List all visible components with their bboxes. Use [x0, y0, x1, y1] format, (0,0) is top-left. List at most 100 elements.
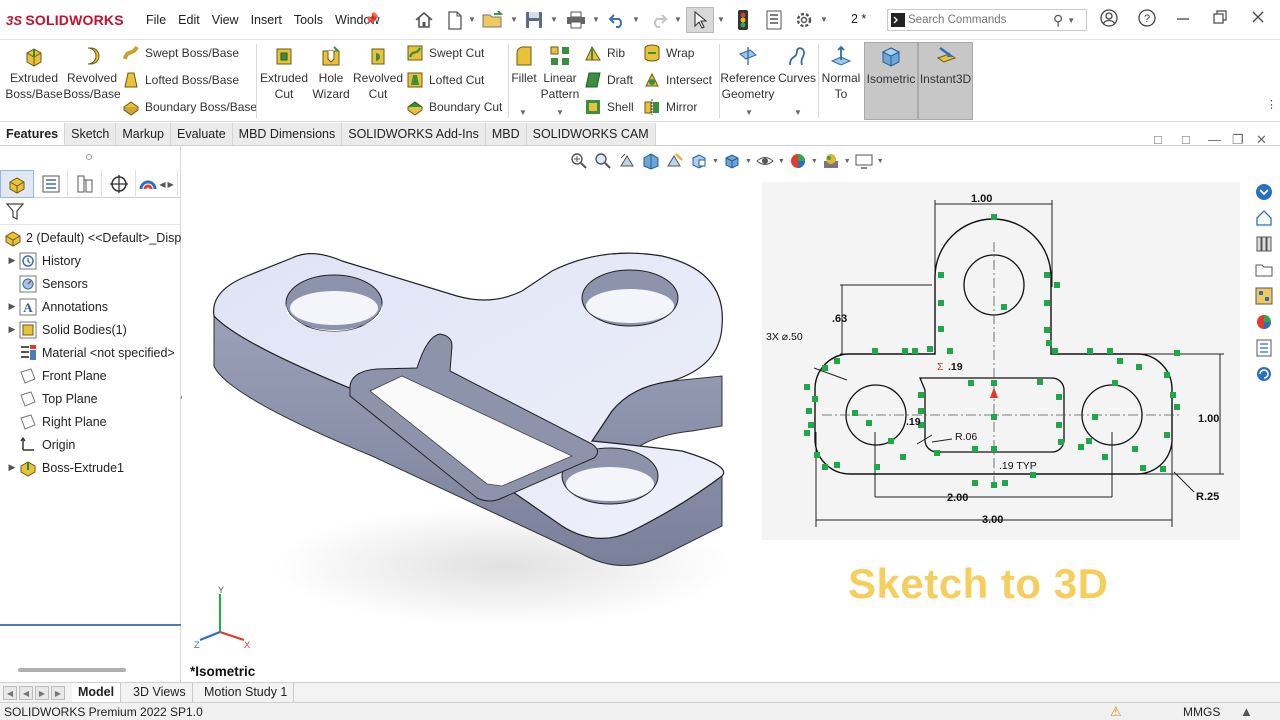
tabs-scroll-right-icon[interactable]: ▶ [168, 180, 174, 189]
lofted-cut-button[interactable]: Lofted Cut [406, 69, 484, 91]
apply-scene-icon[interactable] [820, 150, 842, 172]
tab-model[interactable]: Model [72, 683, 122, 703]
dimxpert-manager-tab[interactable] [102, 170, 136, 198]
display-style-dropdown-icon[interactable]: ▼ [745, 158, 752, 165]
undo-icon[interactable] [606, 7, 628, 33]
select-pointer-icon[interactable] [686, 7, 714, 33]
panel-grip-icon[interactable] [86, 154, 92, 160]
options-gear-icon[interactable] [792, 7, 816, 33]
expand-arrow-icon[interactable]: ▶ [6, 462, 18, 473]
display-style-icon[interactable] [721, 150, 743, 172]
home-icon[interactable] [412, 7, 436, 33]
tree-root-part[interactable]: 2 (Default) <<Default>_Displ [0, 226, 184, 249]
expand-arrow-icon[interactable]: ▶ [6, 324, 18, 335]
curves-dropdown-icon[interactable]: ▼ [794, 108, 802, 117]
hide-show-dropdown-icon[interactable]: ▼ [778, 158, 785, 165]
rebuild-warning-icon[interactable]: ⚠ [1110, 704, 1122, 720]
viewport-tile-left-icon[interactable]: □ [1154, 132, 1162, 147]
view-settings-icon[interactable] [853, 150, 875, 172]
tree-item-origin[interactable]: Origin [0, 433, 181, 456]
dim-typ[interactable]: .19 TYP [999, 460, 1037, 472]
revolved-cut-button[interactable]: Revolved Cut [352, 42, 404, 120]
appearances-scenes-icon[interactable] [1252, 310, 1276, 334]
file-explorer-icon[interactable] [1252, 258, 1276, 282]
zoom-to-fit-icon[interactable] [568, 150, 590, 172]
configuration-manager-tab[interactable] [68, 170, 102, 198]
hole-wizard-button[interactable]: Hole Wizard [310, 42, 352, 120]
view-settings-dropdown-icon[interactable]: ▼ [877, 158, 884, 165]
view-orientation-dropdown-icon[interactable]: ▼ [712, 158, 719, 165]
edit-appearance-icon[interactable] [787, 150, 809, 172]
tree-item-material[interactable]: Material <not specified> [0, 341, 181, 364]
viewport-restore-icon[interactable]: ❐ [1232, 132, 1244, 148]
tab-motion-study-1[interactable]: Motion Study 1 [198, 683, 295, 703]
scene-dropdown-icon[interactable]: ▼ [844, 158, 851, 165]
viewport-minimize-icon[interactable]: — [1208, 132, 1221, 147]
tree-item-top-plane[interactable]: Top Plane [0, 387, 181, 410]
tree-item-right-plane[interactable]: Right Plane [0, 410, 181, 433]
pattern-dropdown-icon[interactable]: ▼ [556, 108, 564, 117]
app-logo[interactable]: 3S SOLIDWORKS [6, 10, 124, 30]
pin-menu-icon[interactable]: 📌 [364, 12, 379, 26]
viewport-tile-right-icon[interactable]: □ [1182, 132, 1190, 147]
hide-show-items-icon[interactable] [754, 150, 776, 172]
draft-button[interactable]: Draft [584, 69, 633, 91]
shell-button[interactable]: Shell [584, 96, 634, 118]
normal-to-button[interactable]: Normal To [820, 42, 862, 120]
save-dropdown-icon[interactable]: ▼ [550, 15, 558, 24]
save-icon[interactable] [522, 7, 546, 33]
dim-overall-width[interactable]: 3.00 [982, 514, 1003, 526]
print-dropdown-icon[interactable]: ▼ [592, 15, 600, 24]
ribbon-more-icon[interactable]: ⋮ [1266, 98, 1277, 111]
mirror-button[interactable]: Mirror [643, 96, 697, 118]
appearance-dropdown-icon[interactable]: ▼ [811, 158, 818, 165]
filter-icon[interactable] [5, 202, 25, 225]
unit-system[interactable]: MMGS [1183, 705, 1220, 719]
dim-slot-019b[interactable]: .19 [906, 416, 921, 428]
search-dropdown-icon[interactable]: ▼ [1067, 16, 1075, 25]
dim-center-width[interactable]: 2.00 [947, 492, 968, 504]
swept-cut-button[interactable]: Swept Cut [406, 42, 484, 64]
select-dropdown-icon[interactable]: ▼ [717, 15, 725, 24]
redo-icon[interactable] [648, 7, 670, 33]
intersect-button[interactable]: Intersect [643, 69, 712, 91]
swept-boss-button[interactable]: Swept Boss/Base [122, 42, 239, 64]
zoom-to-area-icon[interactable] [592, 150, 614, 172]
dim-height-063[interactable]: .63 [832, 313, 847, 325]
tab-sketch[interactable]: Sketch [65, 123, 117, 146]
search-commands-box[interactable]: ⚲ ▼ [887, 9, 1087, 31]
last-tab-icon[interactable]: ▶ [51, 686, 65, 700]
menu-file[interactable]: File [140, 10, 172, 30]
tree-item-front-plane[interactable]: Front Plane [0, 364, 181, 387]
close-window-icon[interactable] [1250, 9, 1266, 30]
tab-features[interactable]: Features [0, 123, 66, 146]
new-dropdown-icon[interactable]: ▼ [468, 15, 476, 24]
expand-arrow-icon[interactable]: ▶ [6, 255, 18, 266]
lofted-boss-button[interactable]: Lofted Boss/Base [122, 69, 239, 91]
tab-markup[interactable]: Markup [116, 123, 172, 146]
dim-top-width[interactable]: 1.00 [971, 193, 992, 205]
extruded-cut-button[interactable]: Extruded Cut [258, 42, 310, 120]
search-commands-input[interactable] [908, 14, 1053, 26]
tab-mbd-dimensions[interactable]: MBD Dimensions [232, 123, 343, 146]
3d-part-model[interactable] [202, 236, 742, 626]
fillet-dropdown-icon[interactable]: ▼ [519, 108, 527, 117]
boundary-cut-button[interactable]: Boundary Cut [406, 96, 502, 118]
view-orientation-icon[interactable] [688, 150, 710, 172]
dim-slot-019[interactable]: .19 [948, 361, 963, 373]
options-dropdown-icon[interactable]: ▼ [820, 15, 828, 24]
dim-r025[interactable]: R.25 [1196, 491, 1219, 503]
print-icon[interactable] [564, 7, 588, 33]
tab-solidworks-add-ins[interactable]: SOLIDWORKS Add-Ins [342, 123, 486, 146]
viewport-close-icon[interactable]: ✕ [1256, 132, 1267, 148]
menu-edit[interactable]: Edit [172, 10, 206, 30]
menu-view[interactable]: View [206, 10, 245, 30]
user-account-icon[interactable] [1100, 9, 1118, 32]
tab-solidworks-cam[interactable]: SOLIDWORKS CAM [526, 123, 656, 146]
first-tab-icon[interactable]: ◀ [3, 686, 17, 700]
feature-tree-tab[interactable] [0, 170, 34, 198]
tab-3d-views[interactable]: 3D Views [127, 683, 193, 703]
dim-r006[interactable]: R.06 [955, 431, 977, 443]
tree-item-solid-bodies[interactable]: ▶ Solid Bodies(1) [0, 318, 181, 341]
extruded-boss-button[interactable]: Extruded Boss/Base [4, 42, 64, 120]
